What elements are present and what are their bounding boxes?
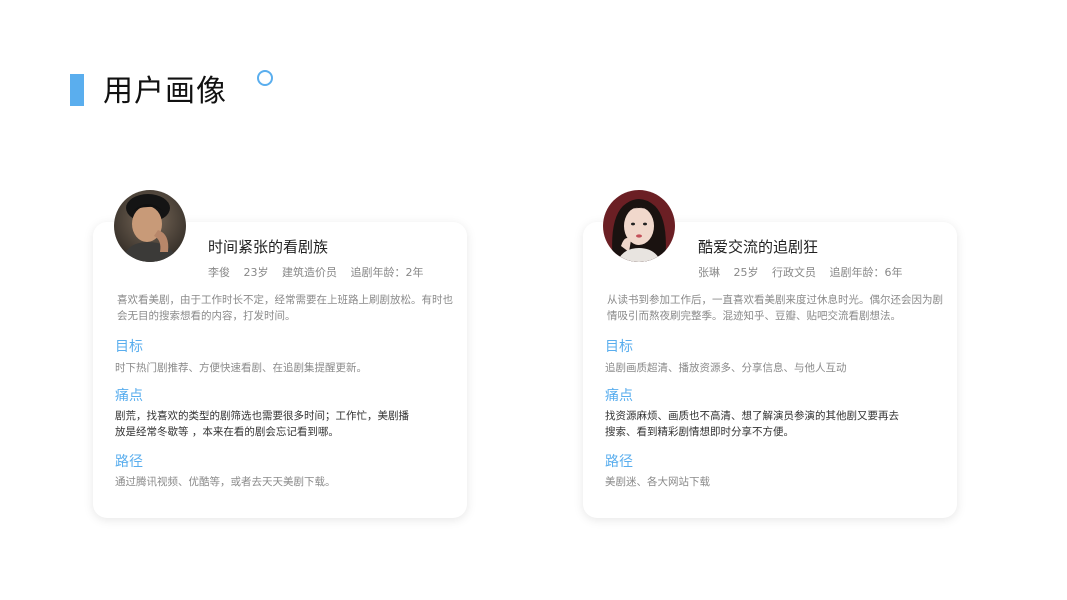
goal-text: 时下热门剧推荐、方便快速看剧、在追剧集提醒更新。 bbox=[115, 362, 367, 374]
persona-meta: 张琳 25岁 行政文员 追剧年龄：6年 bbox=[698, 264, 913, 280]
decorative-ring-icon bbox=[257, 70, 273, 86]
avatar-male-photo-icon bbox=[114, 190, 186, 262]
goal-text: 追剧画质超清、播放资源多、分享信息、与他人互动 bbox=[605, 362, 847, 374]
pain-text-line1: 剧荒，找喜欢的类型的剧筛选也需要很多时间；工作忙，美剧播 bbox=[115, 410, 409, 422]
path-heading: 路径 bbox=[605, 454, 633, 470]
goal-heading: 目标 bbox=[605, 339, 633, 355]
path-heading: 路径 bbox=[115, 454, 143, 470]
goal-heading: 目标 bbox=[115, 339, 143, 355]
path-text: 通过腾讯视频、优酷等，或者去天天美剧下载。 bbox=[115, 476, 336, 488]
persona-meta: 李俊 23岁 建筑造价员 追剧年龄：2年 bbox=[208, 264, 434, 280]
persona-card-1: 时间紧张的看剧族 李俊 23岁 建筑造价员 追剧年龄：2年 喜欢看美剧，由于工作… bbox=[93, 222, 467, 518]
pain-text-line2: 放是经常冬歇等 ，本来在看的剧会忘记看到哪。 bbox=[115, 426, 339, 438]
page-title: 用户画像 bbox=[103, 74, 227, 109]
path-text: 美剧迷、各大网站下载 bbox=[605, 476, 710, 488]
persona-name: 张琳 bbox=[698, 266, 720, 279]
persona-age: 23岁 bbox=[243, 266, 269, 279]
persona-job: 行政文员 bbox=[772, 266, 816, 279]
persona-title: 时间紧张的看剧族 bbox=[208, 238, 329, 256]
persona-age: 25岁 bbox=[733, 266, 759, 279]
pain-heading: 痛点 bbox=[605, 388, 633, 404]
persona-name: 李俊 bbox=[208, 266, 230, 279]
pain-text-line1: 找资源麻烦、画质也不高清、想了解演员参演的其他剧又要再去 bbox=[605, 410, 899, 422]
avatar-female-photo-icon bbox=[603, 190, 675, 262]
persona-years: 追剧年龄：6年 bbox=[829, 266, 903, 279]
avatar-female bbox=[603, 190, 675, 262]
persona-intro: 喜欢看美剧，由于工作时长不定，经常需要在上班路上刷剧放松。有时也会无目的搜索想看… bbox=[117, 294, 453, 322]
persona-years: 追剧年龄：2年 bbox=[350, 266, 424, 279]
avatar-male bbox=[114, 190, 186, 262]
pain-text-line2: 搜索、看到精彩剧情想即时分享不方便。 bbox=[605, 426, 794, 438]
pain-heading: 痛点 bbox=[115, 388, 143, 404]
persona-card-2: 酷爱交流的追剧狂 张琳 25岁 行政文员 追剧年龄：6年 从读书到参加工作后，一… bbox=[583, 222, 957, 518]
persona-job: 建筑造价员 bbox=[282, 266, 337, 279]
title-accent-bar bbox=[70, 74, 84, 106]
persona-title: 酷爱交流的追剧狂 bbox=[698, 238, 819, 256]
persona-intro: 从读书到参加工作后，一直喜欢看美剧来度过休息时光。偶尔还会因为剧情吸引而熬夜刷完… bbox=[607, 294, 943, 322]
